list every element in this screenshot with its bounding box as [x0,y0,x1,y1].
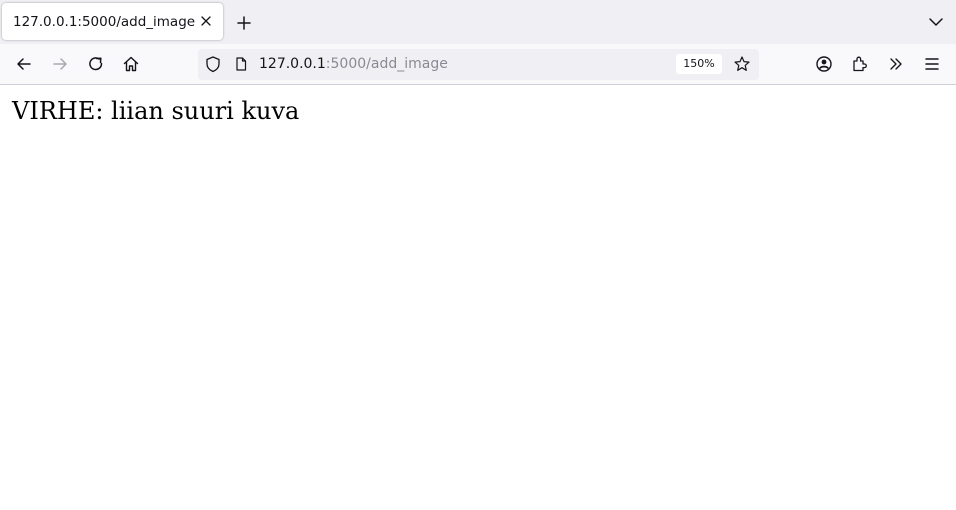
close-icon[interactable] [198,13,214,29]
active-tab[interactable]: 127.0.0.1:5000/add_image [2,3,223,40]
page-icon[interactable] [233,56,249,72]
chevron-down-icon [929,18,943,26]
tab-title: 127.0.0.1:5000/add_image [13,14,196,30]
home-icon [123,56,139,72]
shield-icon[interactable] [204,55,222,73]
url-bar[interactable]: 127.0.0.1:5000/add_image 150% [198,49,759,80]
zoom-level-button[interactable]: 150% [676,54,722,74]
account-button[interactable] [814,54,834,74]
menu-button[interactable] [922,54,942,74]
forward-button[interactable] [50,54,70,74]
navigation-toolbar: 127.0.0.1:5000/add_image 150% [0,44,956,85]
plus-icon [237,16,251,30]
error-message: VIRHE: liian suuri kuva [12,97,300,125]
arrow-right-icon [53,58,67,70]
tab-strip: 127.0.0.1:5000/add_image [0,0,956,44]
account-icon [816,56,832,72]
puzzle-icon [853,56,867,72]
reload-button[interactable] [86,54,106,74]
reload-icon [89,57,103,71]
star-icon[interactable] [733,55,751,73]
double-chevron-icon [890,58,902,70]
extensions-button[interactable] [850,54,870,74]
url-path: :5000/add_image [325,56,448,72]
hamburger-icon [925,58,939,70]
arrow-left-icon [17,58,31,70]
new-tab-button[interactable] [234,13,254,33]
list-all-tabs-button[interactable] [927,13,945,31]
overflow-button[interactable] [886,54,906,74]
back-button[interactable] [14,54,34,74]
url-text[interactable]: 127.0.0.1:5000/add_image [259,56,448,72]
home-button[interactable] [121,54,141,74]
url-host: 127.0.0.1 [259,56,326,72]
page-content: VIRHE: liian suuri kuva [0,85,956,510]
